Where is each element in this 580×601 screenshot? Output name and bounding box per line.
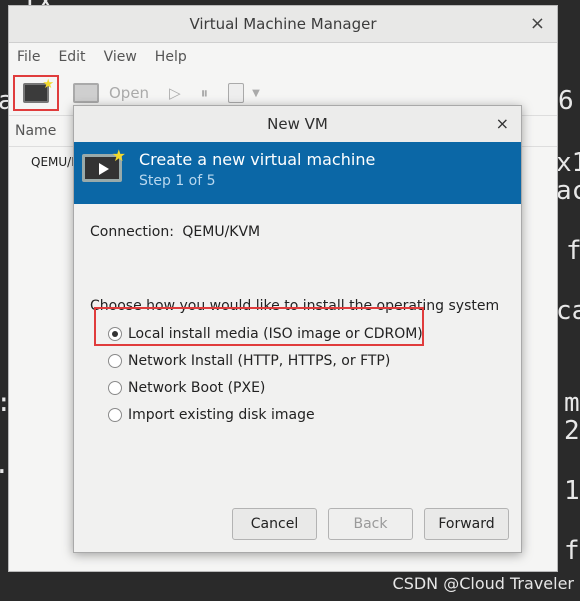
terminal-fragment: 6 [558,86,574,116]
option-label: Network Install (HTTP, HTTPS, or FTP) [128,352,391,369]
menu-edit[interactable]: Edit [58,49,85,65]
dialog-buttons: Cancel Back Forward [221,508,509,540]
banner-title: Create a new virtual machine [139,150,376,169]
back-button[interactable]: Back [328,508,413,540]
dialog-title: New VM [267,115,328,133]
chevron-down-icon: ▼ [252,87,260,99]
shutdown-menu-button[interactable]: ▼ [252,88,260,99]
shutdown-button[interactable] [228,83,245,103]
option-network-boot[interactable]: Network Boot (PXE) [108,374,521,401]
new-vm-icon: ★ [23,77,54,103]
connection-row: Connection: QEMU/KVM [74,204,521,240]
option-network-install[interactable]: Network Install (HTTP, HTTPS, or FTP) [108,347,521,374]
dialog-titlebar[interactable]: New VM × [74,106,521,142]
close-icon[interactable]: × [496,106,509,142]
terminal-fragment: x1 [556,148,580,178]
option-label: Import existing disk image [128,406,315,423]
menu-view[interactable]: View [104,49,137,65]
radio[interactable] [108,353,122,368]
option-label: Network Boot (PXE) [128,379,266,396]
highlight-box [94,307,424,346]
radio[interactable] [108,407,122,422]
terminal-fragment: f [564,536,580,566]
open-button[interactable]: Open [73,83,149,103]
forward-button[interactable]: Forward [424,508,509,540]
terminal-fragment: m [564,388,580,418]
connection-value: QEMU/KVM [182,224,261,240]
connection-label: Connection: [90,224,174,240]
install-method-label: Choose how you would like to install the… [90,298,500,314]
menubar: File Edit View Help [9,43,557,71]
option-import-disk[interactable]: Import existing disk image [108,401,521,428]
power-icon [228,83,245,103]
wizard-banner: ★ Create a new virtual machine Step 1 of… [74,142,521,204]
cancel-button[interactable]: Cancel [232,508,317,540]
terminal-fragment: ca [556,296,580,326]
terminal-fragment: 2 [564,416,580,446]
new-vm-button[interactable]: ★ [13,75,59,111]
menu-file[interactable]: File [17,49,40,65]
radio[interactable] [108,380,122,395]
new-vm-dialog: New VM × ★ Create a new virtual machine … [73,105,522,553]
open-label: Open [109,84,150,102]
monitor-icon [73,83,99,103]
terminal-fragment: 1 [564,476,580,506]
new-vm-icon: ★ [82,146,126,188]
window-title: Virtual Machine Manager [189,15,377,33]
watermark: CSDN @Cloud Traveler [392,574,574,593]
run-button[interactable]: ▷ [169,84,181,102]
pause-icon: ⏸ [200,84,209,102]
pause-button[interactable]: ⏸ [201,84,209,102]
terminal-fragment: f [566,236,580,266]
close-icon[interactable]: × [530,6,545,42]
window-titlebar[interactable]: Virtual Machine Manager × [9,6,557,43]
step-indicator: Step 1 of 5 [139,173,216,189]
terminal-fragment: ac [556,176,580,206]
play-icon: ▷ [169,84,181,102]
menu-help[interactable]: Help [155,49,187,65]
